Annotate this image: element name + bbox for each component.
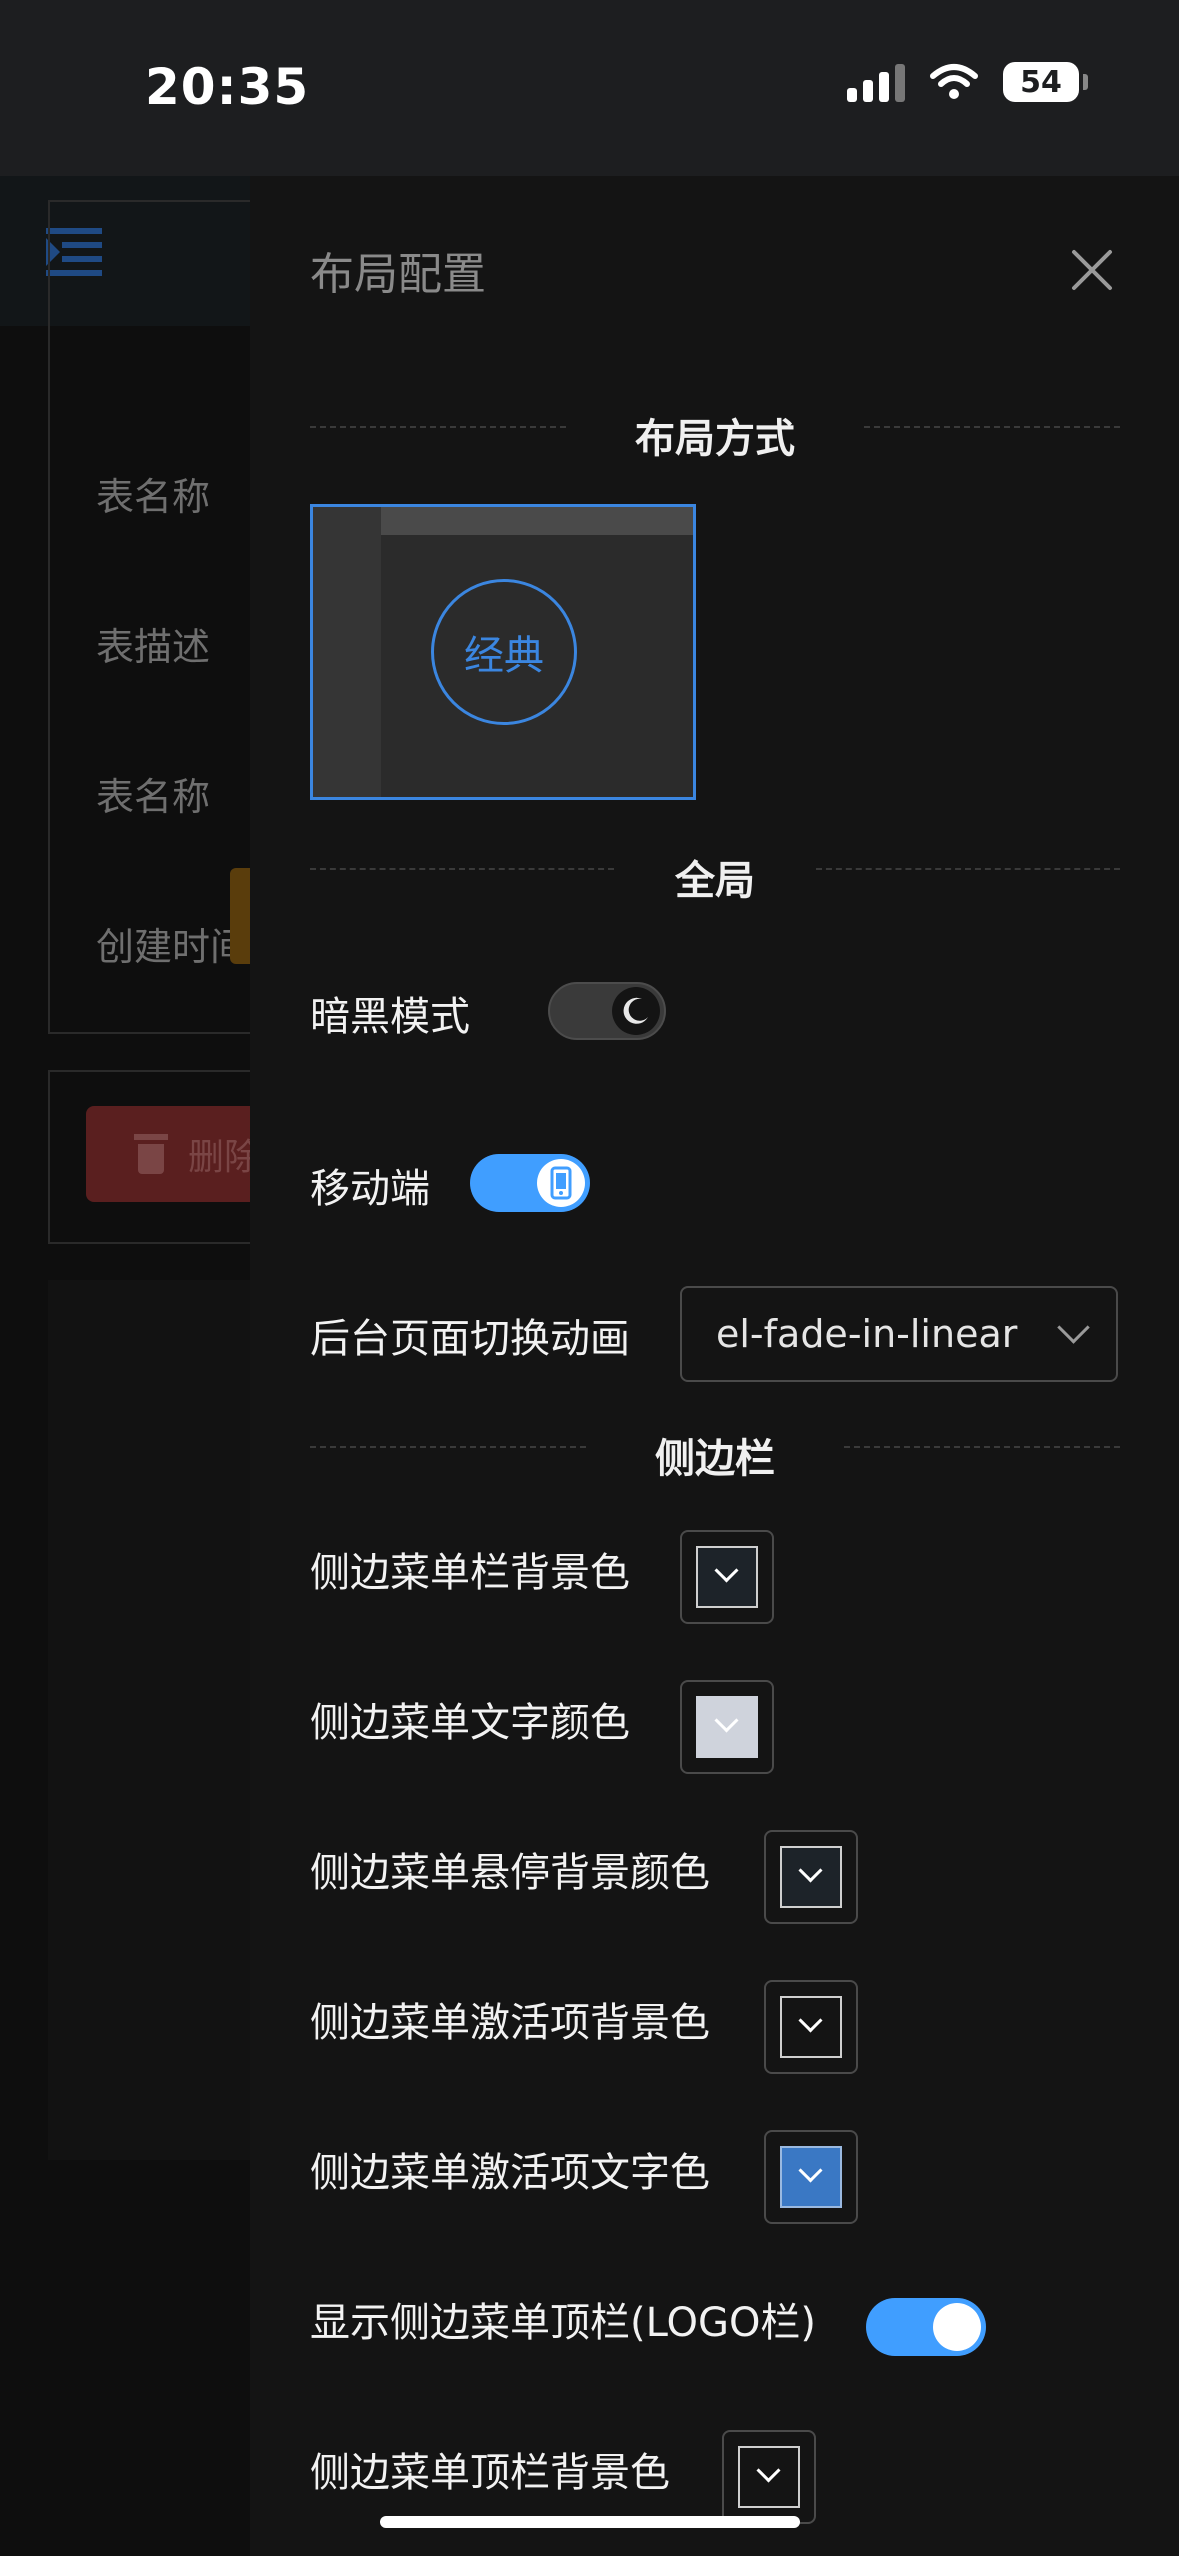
color-swatch <box>780 1996 842 2058</box>
sidebar-bg-color-label: 侧边菜单栏背景色 <box>310 1550 630 1596</box>
sidebar-hover-bg-label: 侧边菜单悬停背景颜色 <box>310 1850 710 1896</box>
status-bar: 20:35 54 <box>0 0 1179 176</box>
color-swatch <box>696 1546 758 1608</box>
page-transition-select[interactable]: el-fade-in-linear <box>680 1286 1118 1382</box>
sidebar-hover-bg-picker[interactable] <box>764 1830 858 1924</box>
trash-icon <box>134 1134 168 1174</box>
sidebar-active-text-picker[interactable] <box>764 2130 858 2224</box>
home-indicator[interactable] <box>380 2516 800 2528</box>
section-divider-global: 全局 <box>310 848 1120 904</box>
section-title-sidebar: 侧边栏 <box>655 1436 775 1482</box>
mobile-switch[interactable] <box>470 1154 590 1212</box>
cellular-signal-icon <box>847 62 905 102</box>
topbar-bg-color-label: 侧边菜单顶栏背景色 <box>310 2450 670 2496</box>
status-time: 20:35 <box>145 58 310 116</box>
sidebar-bg-color-picker[interactable] <box>680 1530 774 1624</box>
color-swatch <box>738 2446 800 2508</box>
mobile-phone-icon <box>537 1159 585 1207</box>
sidebar-active-bg-label: 侧边菜单激活项背景色 <box>310 2000 710 2046</box>
sidebar-active-bg-picker[interactable] <box>764 1980 858 2074</box>
sidebar-active-text-label: 侧边菜单激活项文字色 <box>310 2150 710 2196</box>
section-divider-sidebar: 侧边栏 <box>310 1426 1120 1482</box>
moon-icon <box>612 987 660 1035</box>
section-title-global: 全局 <box>675 858 755 904</box>
layout-settings-drawer: 布局配置 布局方式 经典 全局 暗黑模式 移动端 后台页面切换动画 el-fad… <box>250 176 1179 2556</box>
wifi-icon <box>930 64 978 99</box>
color-swatch <box>696 1696 758 1758</box>
sidebar-text-color-picker[interactable] <box>680 1680 774 1774</box>
section-title-layout: 布局方式 <box>635 416 795 462</box>
status-icons: 54 <box>847 62 1088 102</box>
section-divider-layout: 布局方式 <box>310 406 1120 462</box>
layout-option-label: 经典 <box>431 579 577 725</box>
topbar-bg-color-picker[interactable] <box>722 2430 816 2524</box>
page-transition-value: el-fade-in-linear <box>716 1312 1018 1356</box>
mobile-label: 移动端 <box>310 1166 430 1212</box>
chevron-down-icon <box>1057 1311 1090 1344</box>
form-label-table-desc: 表描述 <box>96 625 211 669</box>
show-logo-label: 显示侧边菜单顶栏(LOGO栏) <box>310 2300 817 2346</box>
dark-mode-label: 暗黑模式 <box>310 994 470 1040</box>
table-card <box>48 1280 258 2160</box>
page-transition-label: 后台页面切换动画 <box>310 1316 630 1362</box>
layout-option-classic[interactable]: 经典 <box>310 504 696 800</box>
form-label-table-name: 表名称 <box>96 475 211 519</box>
dark-mode-switch[interactable] <box>548 982 666 1040</box>
show-logo-switch[interactable] <box>866 2298 986 2356</box>
close-icon[interactable] <box>1068 246 1116 294</box>
form-label-create-time: 创建时间 <box>96 925 249 969</box>
color-swatch <box>780 1846 842 1908</box>
sidebar-text-color-label: 侧边菜单文字颜色 <box>310 1700 630 1746</box>
drawer-title: 布局配置 <box>310 249 486 300</box>
color-swatch <box>780 2146 842 2208</box>
battery-icon: 54 <box>1003 62 1088 102</box>
form-label-table-name-2: 表名称 <box>96 775 211 819</box>
